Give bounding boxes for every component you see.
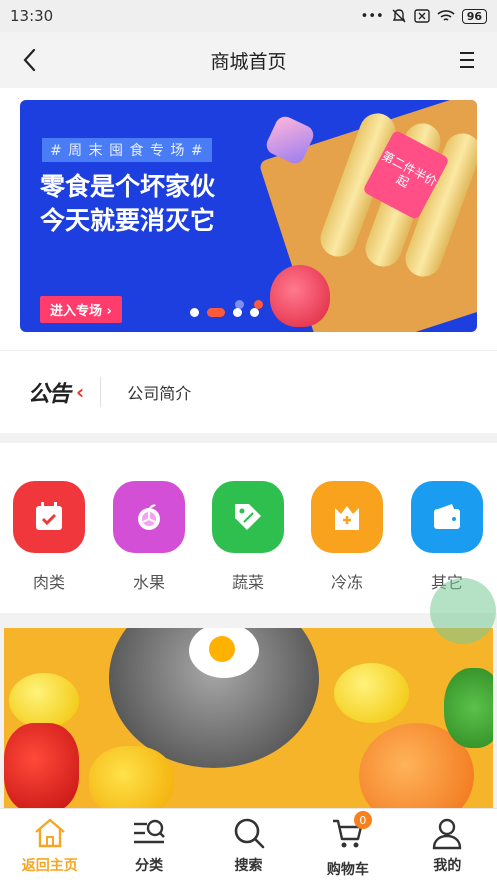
floating-action-button[interactable] [430, 578, 496, 644]
category-other[interactable]: 其它 [411, 481, 483, 593]
tab-cart[interactable]: 0 购物车 [298, 809, 397, 884]
strawberry-image [270, 265, 330, 327]
back-arrow-icon[interactable] [18, 46, 44, 74]
notice-bar: 公告 ‹ 公司简介 [0, 350, 497, 433]
wallet-icon [411, 481, 483, 553]
category-meat[interactable]: 肉类 [13, 481, 85, 593]
cart-icon-wrap: 0 [330, 811, 372, 855]
tab-label: 分类 [135, 858, 164, 874]
calendar-check-icon [13, 481, 85, 553]
bottom-tab-bar: 返回主页 分类 搜索 0 购物车 我的 [0, 808, 497, 884]
more-dots-icon: ••• [360, 8, 384, 24]
banner-headline-1: 零食是个坏家伙 [40, 172, 216, 201]
carousel-dot[interactable] [250, 308, 259, 317]
notice-mark-icon: ‹ [76, 380, 85, 404]
orange-fruit-icon [113, 481, 185, 553]
cart-badge: 0 [353, 811, 372, 829]
fresh-produce-banner[interactable] [4, 628, 493, 810]
tab-profile[interactable]: 我的 [398, 809, 497, 884]
carousel-dot[interactable] [190, 308, 199, 317]
category-frozen[interactable]: 冷冻 [311, 481, 383, 593]
red-pepper-image [4, 723, 79, 810]
crown-box-icon [311, 481, 383, 553]
notice-text[interactable]: 公司简介 [127, 380, 191, 404]
menu-icon[interactable] [457, 49, 477, 71]
divider [100, 377, 102, 407]
sim-icon [413, 9, 430, 23]
category-fruit[interactable]: 水果 [113, 481, 185, 593]
banner-headline-2: 今天就要消灭它 [40, 206, 216, 235]
battery-level: 96 [461, 8, 487, 24]
category-label: 水果 [132, 573, 165, 592]
search-icon [234, 818, 264, 849]
user-icon [433, 818, 462, 850]
category-vegetable[interactable]: 蔬菜 [212, 481, 284, 593]
tab-home[interactable]: 返回主页 [0, 809, 99, 884]
carousel-dot-active[interactable] [207, 308, 225, 317]
lemon-image [9, 673, 79, 728]
discount-tag-icon [212, 481, 284, 553]
nav-bar: 商城首页 [0, 32, 497, 89]
category-search-icon [134, 819, 165, 844]
wifi-icon [437, 10, 455, 21]
status-time: 13:30 [10, 7, 54, 25]
tab-label: 返回主页 [21, 858, 78, 874]
notice-logo: 公告 [28, 382, 71, 407]
tab-search[interactable]: 搜索 [199, 809, 298, 884]
tab-label: 我的 [433, 858, 462, 874]
category-label: 蔬菜 [231, 573, 264, 592]
lemon-image [334, 663, 409, 723]
broccoli-image [444, 668, 493, 748]
banner-tag: # 周 末 囤 食 专 场 # [42, 138, 212, 162]
enter-zone-button[interactable]: 进入专场 › [40, 296, 122, 323]
tab-label: 购物车 [326, 862, 369, 878]
banner-section: 第二件半价起 # 周 末 囤 食 专 场 # 零食是个坏家伙 今天就要消灭它 进… [0, 88, 497, 350]
egg-yolk-image [209, 636, 235, 662]
category-label: 冷冻 [330, 573, 363, 592]
category-grid: 肉类 水果 蔬菜 冷冻 其它 [0, 443, 497, 613]
carousel-dot[interactable] [233, 308, 242, 317]
page-title: 商城首页 [210, 50, 287, 73]
category-label: 肉类 [32, 573, 65, 592]
status-icons: ••• 96 [361, 8, 487, 24]
promo-banner[interactable]: 第二件半价起 # 周 末 囤 食 专 场 # 零食是个坏家伙 今天就要消灭它 进… [20, 100, 477, 332]
home-icon [34, 818, 65, 848]
yellow-pepper-image [89, 746, 174, 810]
carousel-indicator [190, 308, 259, 317]
tab-category[interactable]: 分类 [99, 809, 198, 884]
status-bar: 13:30 ••• 96 [0, 0, 497, 32]
tab-label: 搜索 [234, 858, 263, 874]
mute-bell-icon [392, 9, 406, 23]
